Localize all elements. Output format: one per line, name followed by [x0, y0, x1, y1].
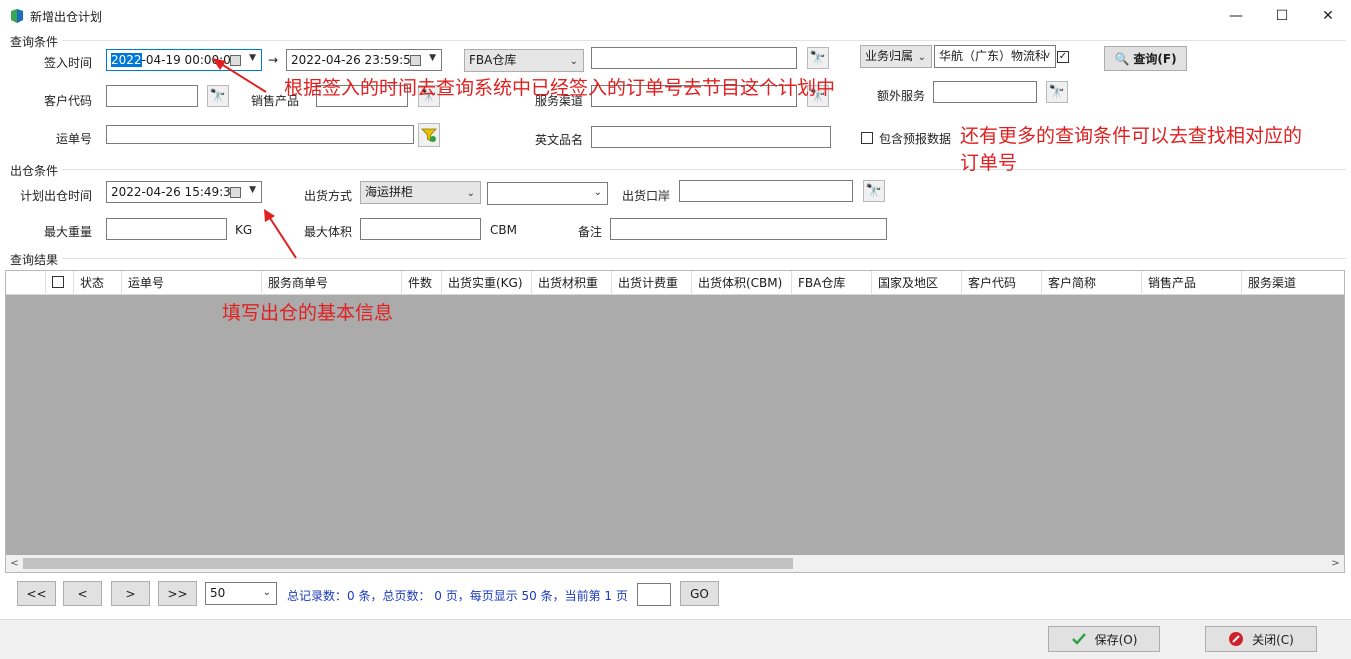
annotation-text-1: 根据签入的时间去查询系统中已经签入的订单号去节目这个计划中 — [284, 77, 836, 99]
annotation-text-3: 填写出仓的基本信息 — [222, 302, 394, 324]
annotation-text-2-line1: 还有更多的查询条件可以去查找相对应的 — [960, 125, 1303, 147]
annotation-arrow-1 — [212, 58, 267, 93]
annotation-text-2-line2: 订单号 — [960, 152, 1018, 174]
annotation-arrow-2 — [264, 209, 297, 259]
